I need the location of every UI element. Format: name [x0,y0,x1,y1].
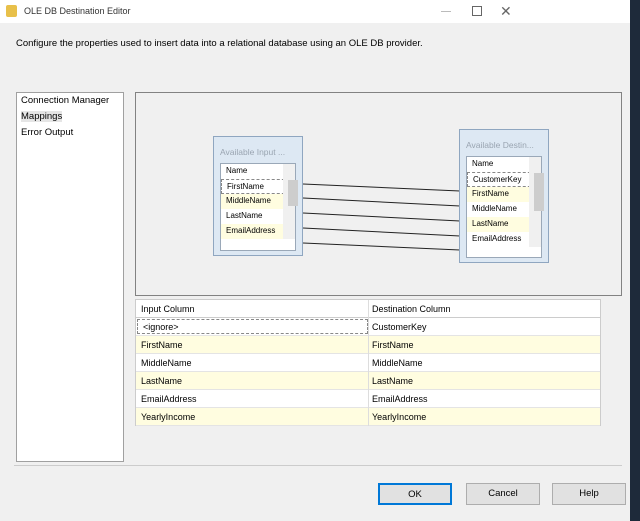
ok-button[interactable]: OK [378,483,452,505]
input-cell[interactable]: LastName [141,376,182,386]
mapping-diagram: Available Input ... Name FirstName Middl… [135,92,622,296]
cancel-button[interactable]: Cancel [466,483,540,505]
destination-cell[interactable]: CustomerKey [372,322,427,332]
window-title: OLE DB Destination Editor [24,6,131,16]
input-cell[interactable]: EmailAddress [141,394,197,404]
input-cell[interactable]: MiddleName [141,358,192,368]
dialog-window: OLE DB Destination Editor ✕ Configure th… [0,0,630,521]
minimize-button[interactable] [441,11,451,12]
input-box-title: Available Input ... [220,147,286,157]
mapping-line [302,197,461,207]
available-input-columns: Available Input ... Name FirstName Middl… [213,136,303,256]
destination-cell[interactable]: EmailAddress [372,394,428,404]
destination-cell[interactable]: MiddleName [372,358,423,368]
destination-column-list[interactable]: Name CustomerKey FirstName MiddleName La… [466,156,544,258]
help-button[interactable]: Help [552,483,626,505]
nav-item-connection-manager[interactable]: Connection Manager [17,93,123,109]
mapping-line [302,183,461,192]
vertical-scrollbar[interactable] [529,157,544,247]
input-cell[interactable]: FirstName [141,340,183,350]
input-cell[interactable]: <ignore> [137,319,368,334]
mapping-lines [302,183,461,251]
available-destination-columns: Available Destin... Name CustomerKey Fir… [459,129,549,263]
close-button[interactable]: ✕ [500,3,512,20]
database-icon [6,5,17,17]
maximize-button[interactable] [472,6,482,16]
nav-item-error-output[interactable]: Error Output [17,125,123,141]
description-text: Configure the properties used to insert … [16,38,423,49]
destination-cell[interactable]: YearlyIncome [372,412,426,422]
header-input-column[interactable]: Input Column [141,304,195,314]
mapping-line [302,227,461,237]
mapping-line [302,212,461,222]
header-destination-column[interactable]: Destination Column [372,304,451,314]
input-column-list[interactable]: Name FirstName MiddleName LastName Email… [220,163,298,251]
column-divider [368,300,369,426]
separator [14,465,622,466]
destination-cell[interactable]: LastName [372,376,413,386]
mapping-line [302,242,461,251]
vertical-scrollbar[interactable] [283,164,298,239]
title-bar: OLE DB Destination Editor ✕ [0,0,630,23]
destination-cell[interactable]: FirstName [372,340,414,350]
nav-item-mappings[interactable]: Mappings [21,111,63,122]
mapping-grid: Input Column Destination Column <ignore>… [135,299,601,426]
destination-box-title: Available Destin... [466,140,534,150]
input-cell[interactable]: YearlyIncome [141,412,195,422]
nav-pane: Connection Manager Mappings Error Output [16,92,124,462]
